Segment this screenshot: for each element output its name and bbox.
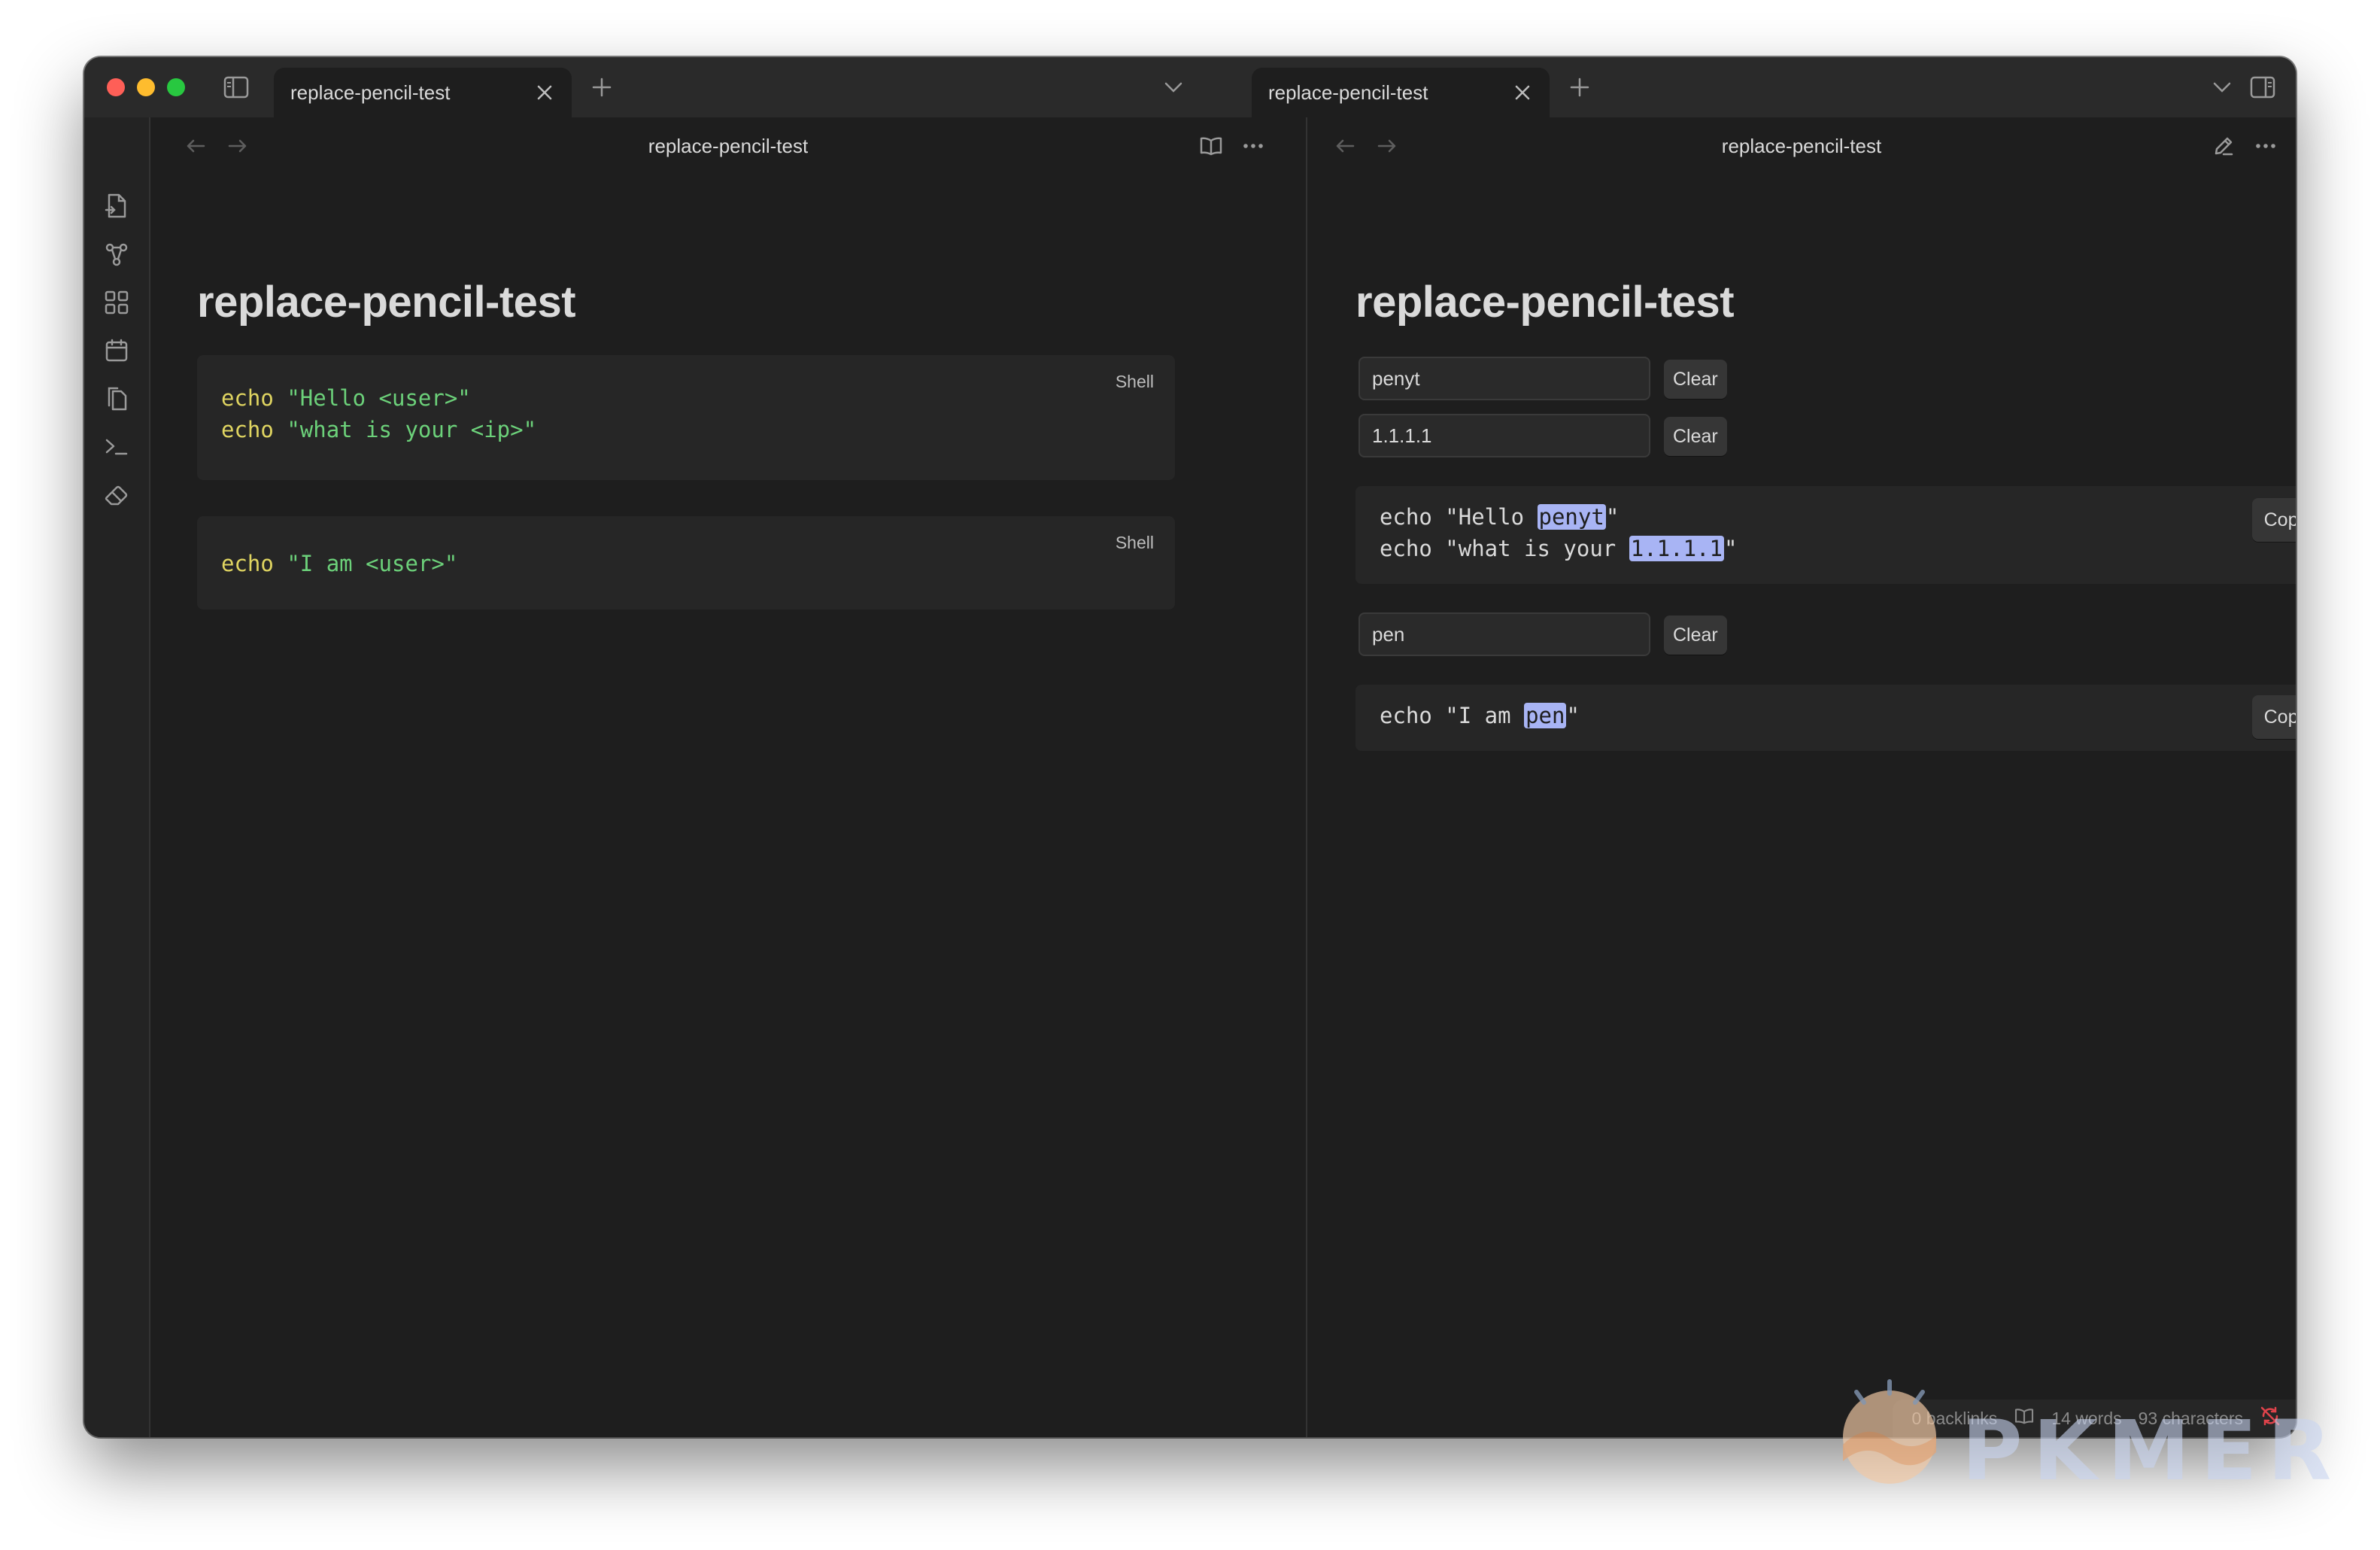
clear-button[interactable]: Clear: [1664, 417, 1727, 456]
left-editor-pane: replace-pencil-test replace-pencil-test …: [150, 117, 1307, 1437]
code-text: echo "what is your: [1380, 536, 1629, 561]
pkmer-watermark: PKMER: [1820, 1369, 2347, 1505]
copy-button[interactable]: Copy: [2251, 498, 2296, 542]
copy-button[interactable]: Copy: [2251, 695, 2296, 739]
watermark-text: PKMER: [1962, 1403, 2342, 1499]
new-tab-plus-icon[interactable]: [587, 72, 617, 102]
tab-label: replace-pencil-test: [1268, 81, 1428, 104]
view-header-title[interactable]: replace-pencil-test: [150, 117, 1306, 175]
tab-list-chevron-down-icon[interactable]: [2207, 72, 2237, 102]
zoom-window-button[interactable]: [167, 78, 185, 96]
close-tab-icon[interactable]: [1507, 78, 1538, 108]
minimize-window-button[interactable]: [137, 78, 155, 96]
new-tab-plus-icon[interactable]: [1565, 72, 1595, 102]
code-line: echo "what is your <ip>": [221, 417, 536, 442]
title-bar: replace-pencil-test replace-pencil-test: [84, 57, 2296, 117]
code-text: ": [1605, 504, 1620, 530]
code-line: echo "I am pen": [1380, 703, 1580, 728]
rendered-code-block[interactable]: echo "Hello penyt" echo "what is your 1.…: [1355, 486, 2296, 584]
toggle-sidebar-icon[interactable]: [221, 72, 251, 102]
code-text: ": [1566, 703, 1580, 728]
code-text: ": [1723, 536, 1738, 561]
terminal-icon[interactable]: [100, 430, 133, 463]
code-language-label: Shell: [1115, 372, 1154, 391]
replaced-value-highlight: penyt: [1537, 504, 1606, 530]
code-line: echo "I am <user>": [221, 551, 457, 576]
app-window: replace-pencil-test replace-pencil-test: [84, 57, 2296, 1437]
view-header: replace-pencil-test: [150, 117, 1306, 175]
close-tab-icon[interactable]: [530, 78, 560, 108]
replace-input-pen[interactable]: [1358, 612, 1650, 656]
replaced-value-highlight: pen: [1524, 703, 1567, 728]
code-keyword: echo: [221, 385, 274, 411]
replace-input-ip[interactable]: [1358, 414, 1650, 457]
more-options-icon[interactable]: [2251, 131, 2281, 161]
code-line: echo "Hello <user>": [221, 385, 471, 411]
code-keyword: echo: [221, 551, 274, 576]
code-block[interactable]: Shell echo "Hello <user>" echo "what is …: [197, 355, 1175, 480]
files-icon[interactable]: [100, 382, 133, 415]
canvas-icon[interactable]: [100, 286, 133, 319]
view-header-title[interactable]: replace-pencil-test: [1307, 117, 2296, 175]
tab-left-note[interactable]: replace-pencil-test: [274, 68, 572, 117]
code-text: echo "Hello: [1380, 504, 1538, 530]
toggle-right-sidebar-icon[interactable]: [2248, 72, 2278, 102]
note-title: replace-pencil-test: [197, 278, 576, 327]
graph-icon[interactable]: [100, 238, 133, 271]
eraser-icon[interactable]: [100, 479, 133, 512]
close-window-button[interactable]: [107, 78, 125, 96]
left-ribbon: [84, 117, 150, 1437]
calendar-icon[interactable]: [100, 334, 133, 367]
more-options-icon[interactable]: [1238, 131, 1268, 161]
tab-label: replace-pencil-test: [290, 81, 451, 104]
clear-button[interactable]: Clear: [1664, 360, 1727, 399]
code-line: echo "what is your 1.1.1.1": [1380, 536, 1737, 561]
code-block[interactable]: Shell echo "I am <user>": [197, 516, 1175, 609]
tab-list-chevron-down-icon[interactable]: [1158, 72, 1188, 102]
code-language-label: Shell: [1115, 533, 1154, 552]
code-keyword: echo: [221, 417, 274, 442]
right-reading-pane: replace-pencil-test replace-pencil-test …: [1307, 117, 2296, 1437]
reading-view-book-icon[interactable]: [1196, 131, 1226, 161]
code-text: echo "I am: [1380, 703, 1525, 728]
replaced-value-highlight: 1.1.1.1: [1629, 536, 1724, 561]
rendered-code-block[interactable]: echo "I am pen" Copy: [1355, 685, 2296, 751]
code-line: echo "Hello penyt": [1380, 504, 1619, 530]
tab-right-note[interactable]: replace-pencil-test: [1252, 68, 1550, 117]
new-note-icon[interactable]: [100, 190, 133, 223]
code-string: "Hello <user>": [287, 385, 471, 411]
clear-button[interactable]: Clear: [1664, 615, 1727, 655]
edit-pencil-icon[interactable]: [2208, 131, 2239, 161]
view-header: replace-pencil-test: [1307, 117, 2296, 175]
replace-input-user[interactable]: [1358, 357, 1650, 400]
note-title: replace-pencil-test: [1355, 278, 1735, 327]
code-string: "what is your <ip>": [287, 417, 537, 442]
code-string: "I am <user>": [287, 551, 458, 576]
